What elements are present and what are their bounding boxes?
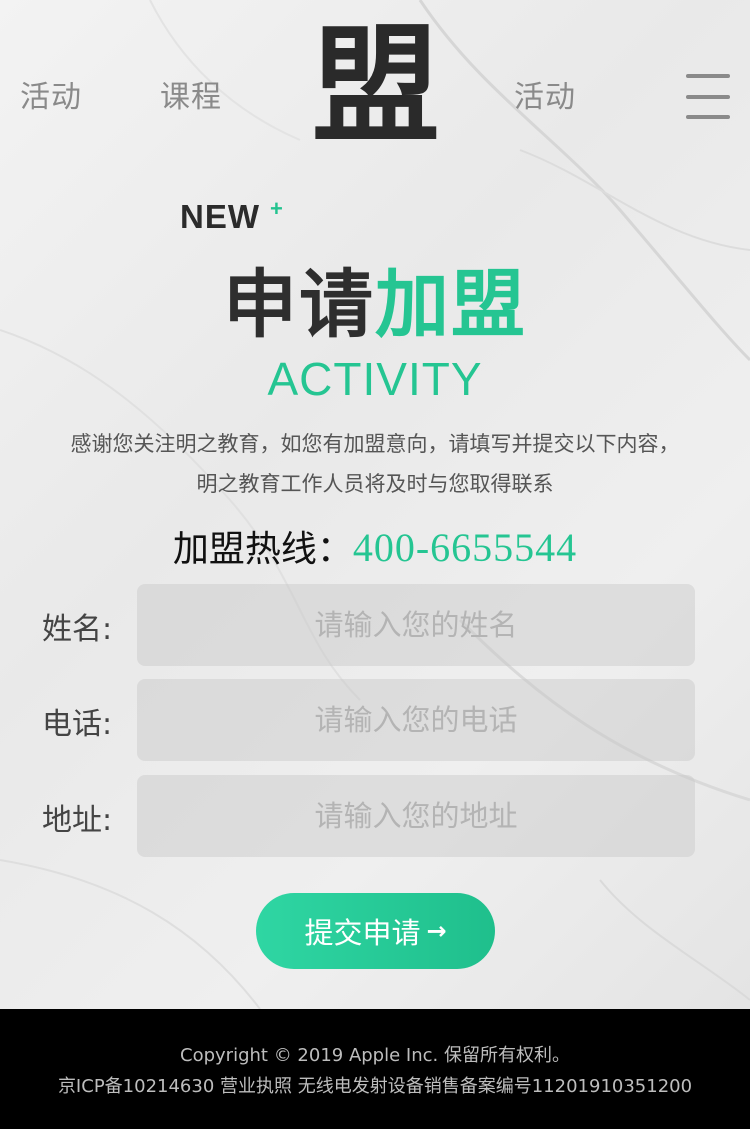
title-dark-part: 申请 [223, 262, 375, 348]
brand-logo[interactable]: 盟 [308, 18, 444, 154]
hamburger-icon[interactable] [684, 72, 732, 120]
hotline: 加盟热线：400-6655544 [0, 520, 750, 572]
address-input[interactable] [137, 775, 695, 857]
nav-link-activity[interactable]: 活动 [20, 72, 82, 116]
submit-label: 提交申请 [304, 916, 421, 950]
form-row-address: 地址: [0, 775, 750, 857]
page-title: 申请加盟 [0, 262, 750, 348]
new-plus-icon: + [270, 196, 283, 221]
intro-line-1: 感谢您关注明之教育，如您有加盟意向，请填写并提交以下内容， [70, 432, 680, 456]
address-label: 地址: [42, 803, 113, 838]
intro-line-2: 明之教育工作人员将及时与您取得联系 [196, 472, 554, 496]
name-label: 姓名: [42, 612, 113, 647]
arrow-right-icon: → [426, 917, 447, 945]
intro-text: 感谢您关注明之教育，如您有加盟意向，请填写并提交以下内容， 明之教育工作人员将及… [40, 424, 710, 504]
copyright-text: Copyright © 2019 Apple Inc. 保留所有权利。 [180, 1045, 570, 1066]
submit-button[interactable]: 提交申请 → [256, 893, 495, 969]
page-subtitle: ACTIVITY [267, 353, 483, 405]
hotline-label: 加盟热线： [172, 529, 353, 570]
top-nav: 活动 课程 盟 活动 [0, 0, 750, 160]
icp-text: 京ICP备10214630 营业执照 无线电发射设备销售备案编号11201910… [57, 1076, 693, 1097]
phone-input[interactable] [137, 679, 695, 761]
form-row-phone: 电话: [0, 679, 750, 761]
nav-link-activity-right[interactable]: 活动 [514, 72, 576, 116]
title-green-part: 加盟 [375, 262, 527, 348]
footer: Copyright © 2019 Apple Inc. 保留所有权利。 京ICP… [0, 1009, 750, 1129]
hotline-number[interactable]: 400-6655544 [353, 525, 577, 570]
phone-label: 电话: [42, 707, 113, 742]
form-row-name: 姓名: [0, 584, 750, 666]
page-background: 活动 课程 盟 活动 NEW + 申请加盟 ACTIVITY 感谢您关注明之教育… [0, 0, 750, 1009]
name-input[interactable] [137, 584, 695, 666]
new-badge: NEW [180, 198, 260, 235]
nav-link-course[interactable]: 课程 [160, 72, 222, 116]
